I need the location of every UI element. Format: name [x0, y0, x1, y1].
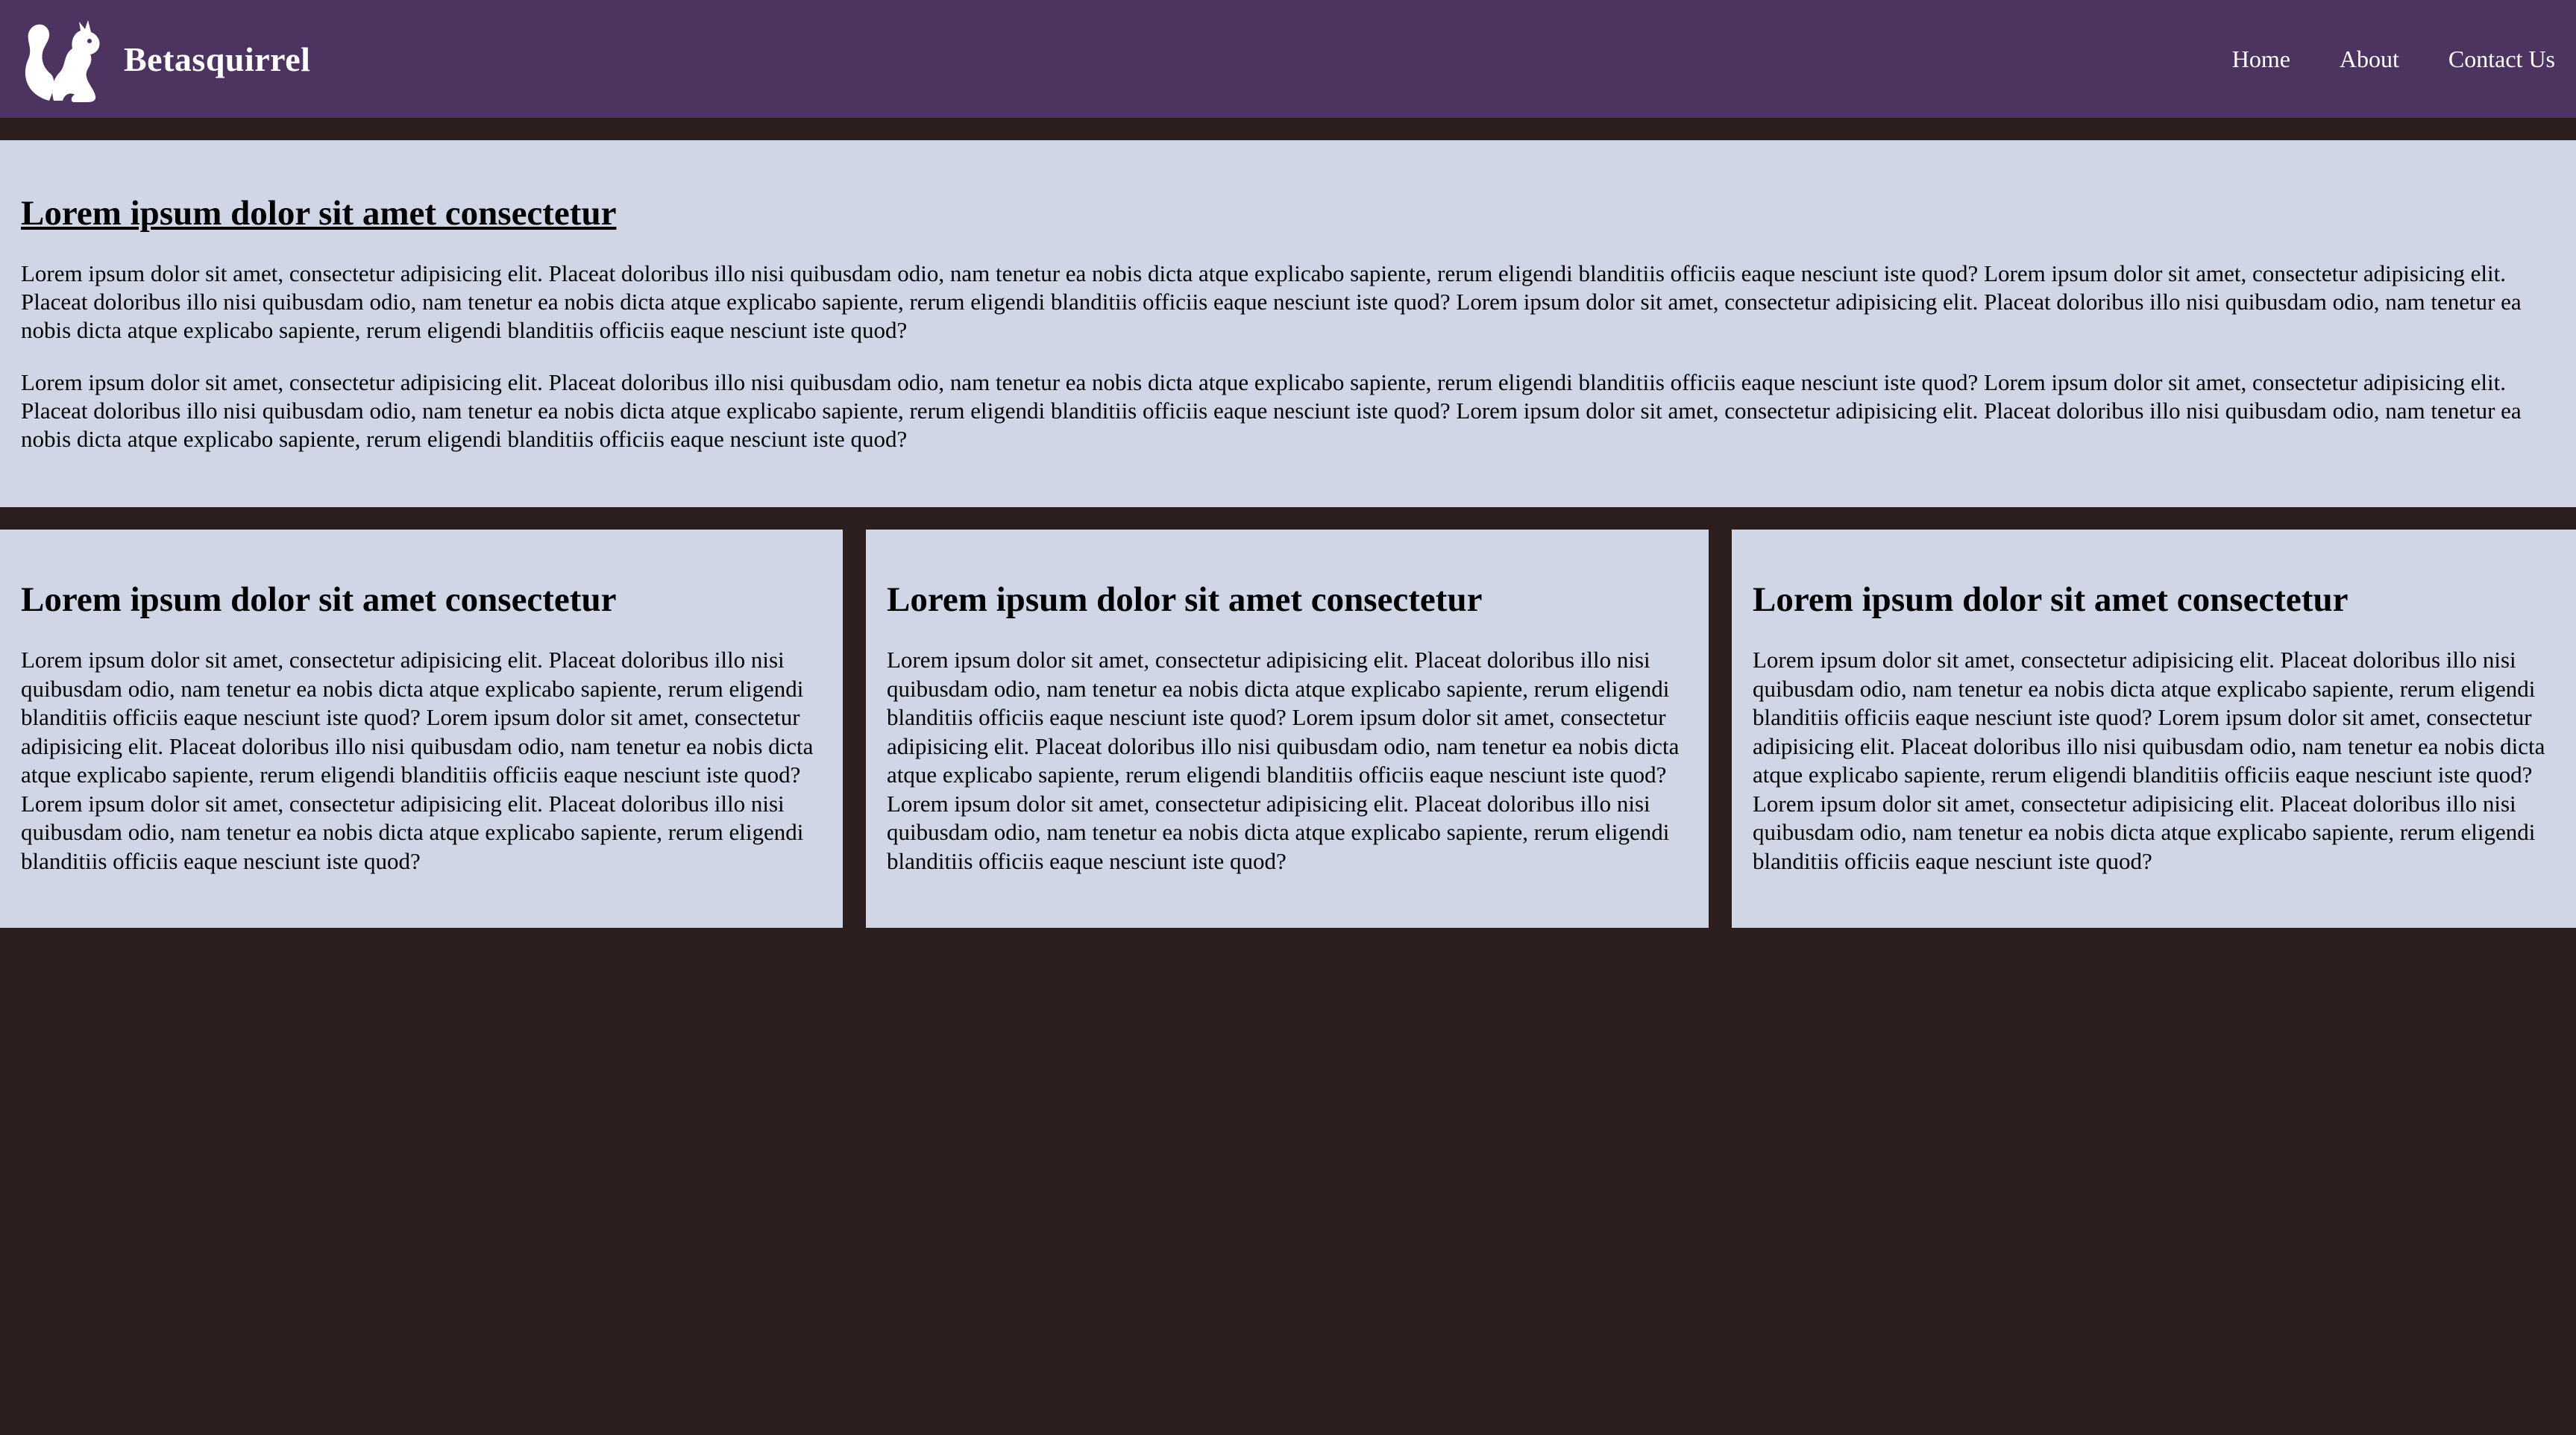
card-title: Lorem ipsum dolor sit amet consectetur	[1753, 580, 2349, 619]
site-header: Betasquirrel Home About Contact Us	[0, 0, 2576, 118]
brand[interactable]: Betasquirrel	[21, 13, 310, 105]
brand-name: Betasquirrel	[124, 40, 311, 78]
card-body: Lorem ipsum dolor sit amet, consectetur …	[887, 647, 1680, 874]
content-card: Lorem ipsum dolor sit amet consectetur L…	[866, 530, 1709, 928]
hero-title[interactable]: Lorem ipsum dolor sit amet consectetur	[21, 140, 2555, 234]
nav-link-home[interactable]: Home	[2232, 45, 2290, 73]
card-body: Lorem ipsum dolor sit amet, consectetur …	[1753, 647, 2545, 874]
card-body: Lorem ipsum dolor sit amet, consectetur …	[21, 647, 814, 874]
hero-section: Lorem ipsum dolor sit amet consectetur L…	[0, 140, 2576, 507]
card-title: Lorem ipsum dolor sit amet consectetur	[887, 580, 1483, 619]
content-card: Lorem ipsum dolor sit amet consectetur L…	[1732, 530, 2576, 928]
hero-paragraph: Lorem ipsum dolor sit amet, consectetur …	[21, 369, 2522, 453]
card-title: Lorem ipsum dolor sit amet consectetur	[21, 580, 617, 619]
hero-paragraph: Lorem ipsum dolor sit amet, consectetur …	[21, 260, 2522, 344]
content-card: Lorem ipsum dolor sit amet consectetur L…	[0, 530, 843, 928]
card-row: Lorem ipsum dolor sit amet consectetur L…	[0, 530, 2576, 928]
nav-link-contact-us[interactable]: Contact Us	[2448, 45, 2555, 73]
nav-link-about[interactable]: About	[2340, 45, 2399, 73]
main-nav: Home About Contact Us	[2232, 45, 2555, 73]
squirrel-icon	[25, 20, 100, 102]
